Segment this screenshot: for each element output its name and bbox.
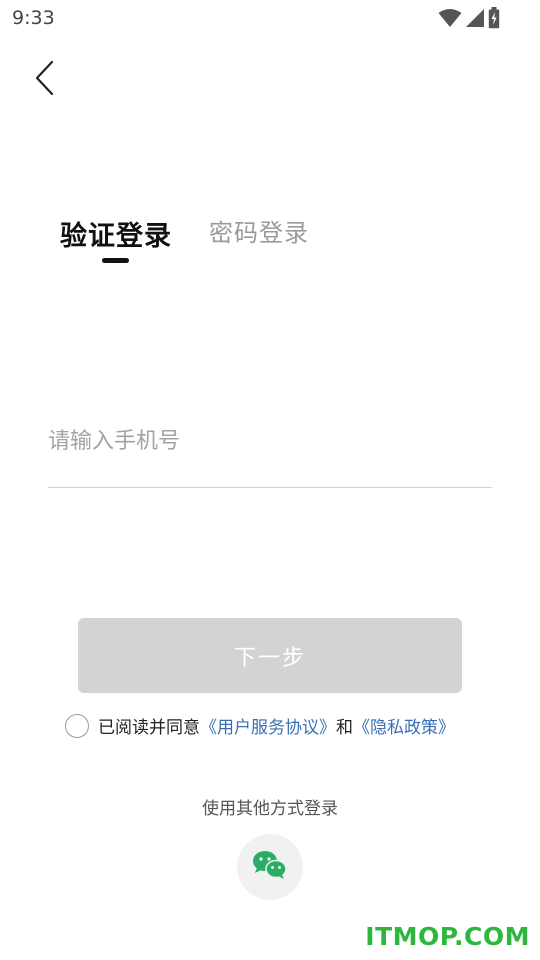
active-tab-indicator (102, 258, 129, 263)
battery-charging-icon (488, 7, 500, 33)
wechat-icon (252, 850, 288, 884)
agreement-prefix: 已阅读并同意 (98, 718, 200, 738)
other-login-label: 使用其他方式登录 (202, 799, 338, 819)
login-screen: 9:33 验证登录 密码登录 请输入手机号 下一步 已阅读并同意 《用户服务协议… (0, 0, 540, 960)
tab-password-login-label: 密码登录 (209, 219, 309, 247)
watermark: ITMOP.COM (365, 922, 530, 951)
wifi-icon (438, 8, 462, 32)
agree-checkbox[interactable] (65, 713, 89, 738)
status-bar: 9:33 (0, 0, 540, 36)
next-button[interactable]: 下一步 (78, 618, 462, 693)
privacy-policy-link[interactable]: 《隐私政策》 (353, 713, 455, 738)
tab-sms-login-label: 验证登录 (60, 221, 172, 252)
agreement-conjunction: 和 (336, 718, 353, 738)
agreement-row: 已阅读并同意 《用户服务协议》 和 《隐私政策》 (65, 713, 455, 738)
chevron-left-icon (28, 60, 64, 102)
cell-signal-icon (465, 8, 485, 32)
status-icons (438, 7, 500, 33)
status-time: 9:33 (12, 7, 55, 29)
user-agreement-link[interactable]: 《用户服务协议》 (200, 713, 336, 738)
login-tabs: 验证登录 密码登录 (60, 214, 346, 263)
tab-sms-login[interactable]: 验证登录 (60, 214, 172, 263)
wechat-login-button[interactable] (237, 834, 303, 900)
tab-password-login[interactable]: 密码登录 (209, 214, 309, 252)
phone-input[interactable] (48, 418, 492, 464)
back-button[interactable] (28, 58, 64, 98)
phone-field (48, 418, 492, 488)
